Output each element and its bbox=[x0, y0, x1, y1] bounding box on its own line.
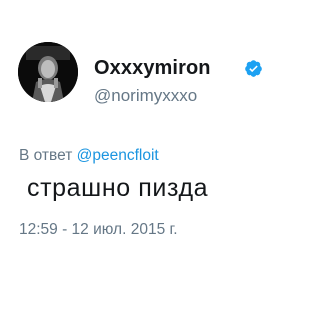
author-avatar[interactable] bbox=[18, 42, 78, 102]
author-display-name[interactable]: Oxxxymiron bbox=[94, 56, 211, 80]
user-avatar-icon bbox=[18, 42, 78, 102]
tweet-card: Oxxxymiron @norimyxxxo В ответ @peencflo… bbox=[0, 0, 320, 320]
author-handle[interactable]: @norimyxxxo bbox=[94, 85, 197, 107]
tweet-timestamp[interactable]: 12:59 - 12 июл. 2015 г. bbox=[19, 220, 178, 240]
tweet-text: страшно пизда bbox=[27, 174, 209, 202]
reply-prefix: В ответ bbox=[19, 147, 73, 164]
reply-mention-link[interactable]: @peencfloit bbox=[77, 147, 159, 164]
verified-badge-icon bbox=[245, 60, 262, 77]
reply-context: В ответ @peencfloit bbox=[19, 146, 159, 166]
